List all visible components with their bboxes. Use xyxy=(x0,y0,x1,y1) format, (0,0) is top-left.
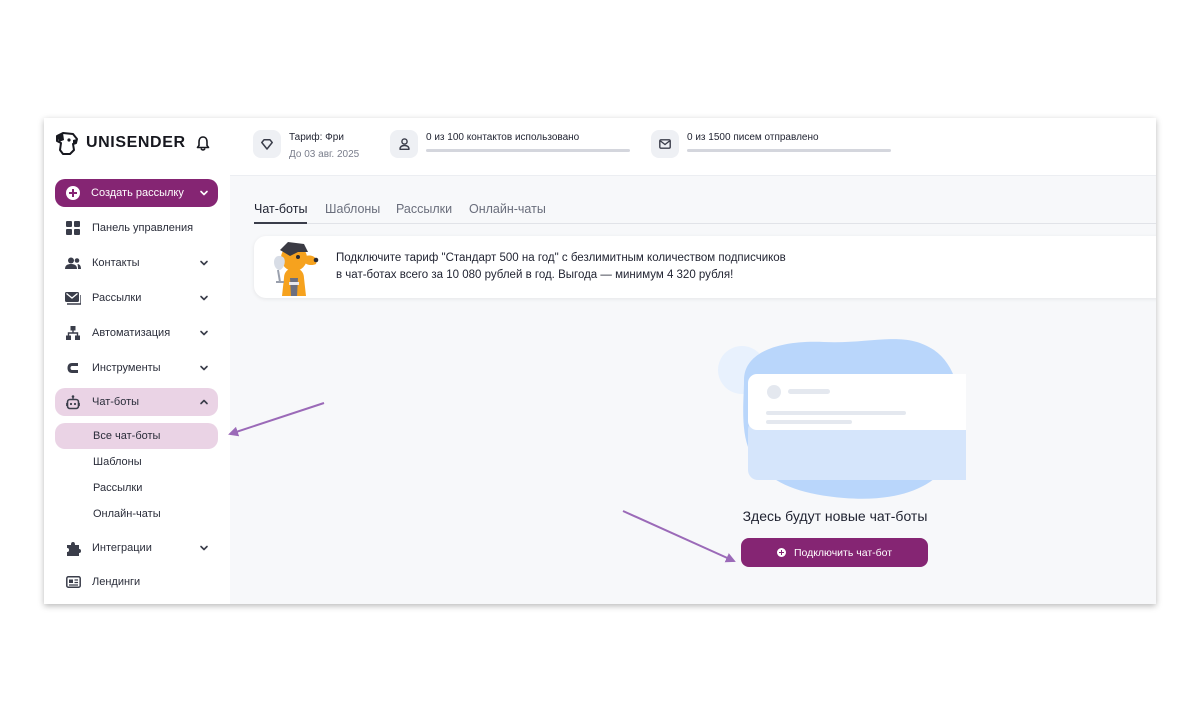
plus-icon xyxy=(66,186,80,200)
sidebar-subitem-all-chatbots[interactable]: Все чат-боты xyxy=(55,423,218,449)
chevron-up-icon xyxy=(200,399,208,405)
contacts-icon xyxy=(65,255,81,271)
plan-until: До 03 авг. 2025 xyxy=(289,149,360,160)
create-campaign-label: Создать рассылку xyxy=(91,187,184,199)
sidebar-item-chatbots[interactable]: Чат-боты xyxy=(55,388,218,416)
sidebar-item-label: Инструменты xyxy=(92,362,161,374)
contacts-progress-bar xyxy=(426,149,630,152)
sidebar-subitem-label: Онлайн-чаты xyxy=(93,508,161,520)
sidebar-item-dashboard[interactable]: Панель управления xyxy=(55,214,218,242)
letters-progress-bar xyxy=(687,149,891,152)
contacts-usage[interactable]: 0 из 100 контактов использовано xyxy=(390,130,630,158)
magnet-icon xyxy=(65,360,81,376)
robot-icon xyxy=(65,394,81,410)
letters-usage-text: 0 из 1500 писем отправлено xyxy=(687,132,819,143)
empty-state-illustration xyxy=(718,339,966,499)
automation-icon xyxy=(65,325,81,341)
sidebar-subitem-label: Шаблоны xyxy=(93,456,142,468)
sidebar-item-contacts[interactable]: Контакты xyxy=(55,249,218,277)
sidebar-item-label: Интеграции xyxy=(92,542,152,554)
sidebar-item-label: Контакты xyxy=(92,257,140,269)
chevron-down-icon xyxy=(200,365,208,371)
chevron-down-icon xyxy=(200,260,208,266)
sidebar: UNISENDER Создать рассылку Панель управл… xyxy=(44,118,230,604)
promo-text: Подключите тариф "Стандарт 500 на год" с… xyxy=(336,250,786,284)
envelope-icon xyxy=(651,130,679,158)
tab-templates[interactable]: Шаблоны xyxy=(325,202,380,224)
logo[interactable]: UNISENDER xyxy=(54,130,186,156)
tab-online-chats[interactable]: Онлайн-чаты xyxy=(469,202,546,224)
sidebar-item-label: Автоматизация xyxy=(92,327,171,339)
sidebar-item-tools[interactable]: Инструменты xyxy=(55,354,218,382)
brand-name: UNISENDER xyxy=(86,134,186,151)
main-content: Чат-боты Шаблоны Рассылки Онлайн-чаты По… xyxy=(230,176,1156,604)
chevron-down-icon xyxy=(200,190,208,196)
sidebar-subitem-mailings[interactable]: Рассылки xyxy=(55,475,218,501)
letters-usage[interactable]: 0 из 1500 писем отправлено xyxy=(651,130,891,158)
person-icon xyxy=(390,130,418,158)
connect-chatbot-button[interactable]: Подключить чат-бот xyxy=(741,538,928,567)
sidebar-subitem-templates[interactable]: Шаблоны xyxy=(55,449,218,475)
dashboard-icon xyxy=(65,220,81,236)
dog-mascot-icon xyxy=(274,242,319,296)
diamond-icon xyxy=(253,130,281,158)
sidebar-item-integrations[interactable]: Интеграции xyxy=(55,534,218,562)
chevron-down-icon xyxy=(200,545,208,551)
sidebar-item-label: Панель управления xyxy=(92,222,194,234)
promo-line-2: в чат-ботах всего за 10 080 рублей в год… xyxy=(336,269,734,281)
create-campaign-button[interactable]: Создать рассылку xyxy=(55,179,218,207)
promo-banner[interactable]: Подключите тариф "Стандарт 500 на год" с… xyxy=(254,236,1156,298)
chevron-down-icon xyxy=(200,330,208,336)
plan-info[interactable]: Тариф: Фри До 03 авг. 2025 xyxy=(253,130,359,161)
empty-state-title: Здесь будут новые чат-боты xyxy=(742,508,928,524)
tab-mailings[interactable]: Рассылки xyxy=(396,202,452,224)
sidebar-subitem-label: Рассылки xyxy=(93,482,143,494)
sidebar-item-label: Чат-боты xyxy=(92,396,140,408)
sidebar-item-label: Лендинги xyxy=(92,576,141,588)
dog-logo-icon xyxy=(56,132,78,155)
tab-chatbots[interactable]: Чат-боты xyxy=(254,202,308,224)
bell-icon[interactable] xyxy=(195,135,211,152)
sidebar-item-campaigns[interactable]: Рассылки xyxy=(55,284,218,312)
mail-icon xyxy=(65,290,81,306)
plan-title: Тариф: Фри xyxy=(289,132,344,143)
chevron-down-icon xyxy=(200,295,208,301)
puzzle-icon xyxy=(65,540,81,556)
sidebar-item-automation[interactable]: Автоматизация xyxy=(55,319,218,347)
sidebar-subitem-label: Все чат-боты xyxy=(93,430,161,442)
connect-chatbot-label: Подключить чат-бот xyxy=(793,546,893,559)
top-bar: Тариф: Фри До 03 авг. 2025 0 из 100 конт… xyxy=(230,118,1156,176)
sidebar-item-label: Рассылки xyxy=(92,292,142,304)
app-window: UNISENDER Создать рассылку Панель управл… xyxy=(44,118,1156,604)
contacts-usage-text: 0 из 100 контактов использовано xyxy=(426,132,580,143)
sidebar-item-landings[interactable]: Лендинги xyxy=(55,568,218,596)
plus-icon xyxy=(776,548,786,557)
promo-line-1: Подключите тариф "Стандарт 500 на год" с… xyxy=(336,252,786,264)
sidebar-subitem-online-chats[interactable]: Онлайн-чаты xyxy=(55,501,218,527)
tabs: Чат-боты Шаблоны Рассылки Онлайн-чаты xyxy=(254,202,1156,224)
landing-icon xyxy=(65,574,81,590)
